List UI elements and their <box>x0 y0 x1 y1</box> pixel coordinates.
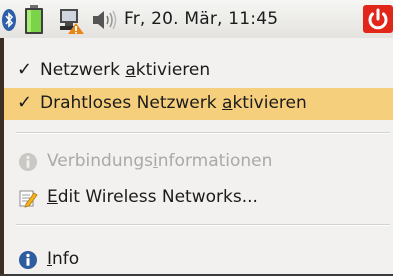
menu-item-label: Netzwerk aktivieren <box>40 60 211 80</box>
menu-item-label: Verbindungsinformationen <box>47 151 273 171</box>
battery-icon[interactable] <box>24 5 44 35</box>
menu-separator <box>16 224 390 226</box>
menu-item-label: Info <box>47 249 80 269</box>
info-icon <box>19 153 37 171</box>
menu-item-label: Drahtloses Netzwerk aktivieren <box>40 93 307 113</box>
check-icon: ✓ <box>17 92 33 113</box>
network-menu: ✓ Netzwerk aktivieren ✓ Drahtloses Netzw… <box>0 38 393 274</box>
menu-item-enable-wireless[interactable]: ✓ Drahtloses Netzwerk aktivieren <box>4 88 393 120</box>
menu-item-enable-networking[interactable]: ✓ Netzwerk aktivieren <box>4 55 393 87</box>
volume-icon[interactable] <box>92 10 118 30</box>
network-icon[interactable] <box>58 7 84 35</box>
info-icon <box>19 251 37 269</box>
menu-item-connection-info: Verbindungsinformationen <box>4 146 393 178</box>
menu-item-edit-wireless[interactable]: Edit Wireless Networks... <box>4 182 393 214</box>
bluetooth-icon[interactable] <box>2 9 16 31</box>
edit-icon <box>19 190 38 208</box>
check-icon: ✓ <box>17 59 33 80</box>
menu-item-label: Edit Wireless Networks... <box>47 187 258 207</box>
menu-separator <box>16 132 390 134</box>
top-panel: Fr, 20. Mär, 11:45 <box>0 0 393 38</box>
clock[interactable]: Fr, 20. Mär, 11:45 <box>124 9 278 29</box>
power-icon[interactable] <box>363 5 393 33</box>
menu-item-info[interactable]: Info <box>4 244 393 276</box>
